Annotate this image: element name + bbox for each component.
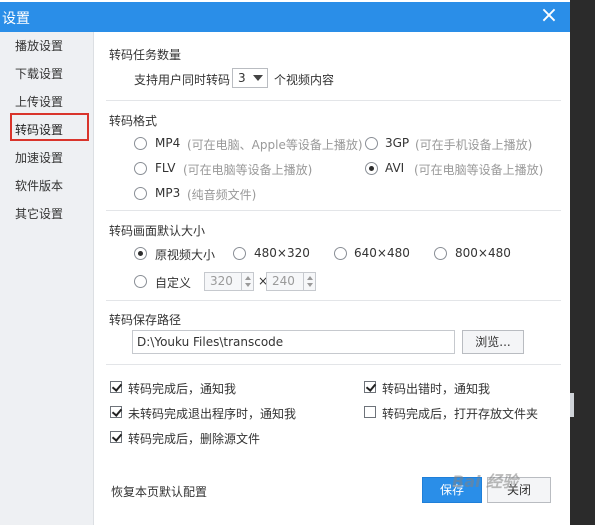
sidebar-item-acceleration[interactable]: 加速设置 [0, 144, 94, 172]
task-count-prefix: 支持用户同时转码 [134, 73, 231, 87]
restore-defaults-link[interactable]: 恢复本页默认配置 [111, 483, 207, 500]
format-avi-label: AVI [385, 161, 405, 175]
open-folder-checkbox[interactable] [364, 406, 376, 418]
format-mp3-desc: (纯音频文件) [187, 188, 257, 202]
sidebar-item-upload[interactable]: 上传设置 [0, 88, 94, 116]
format-flv-radio[interactable] [134, 162, 147, 175]
notify-error-label: 转码出错时，通知我 [382, 382, 491, 396]
divider [106, 364, 561, 365]
format-avi-radio[interactable] [365, 162, 378, 175]
size-original-radio[interactable] [134, 247, 147, 260]
notify-exit-label: 未转码完成退出程序时，通知我 [128, 407, 297, 421]
stepper-buttons[interactable] [303, 273, 315, 290]
format-mp4-desc: (可在电脑、Apple等设备上播放) [187, 138, 363, 152]
format-flv-desc: (可在电脑等设备上播放) [183, 163, 313, 177]
delete-source-label: 转码完成后，删除源文件 [128, 432, 261, 446]
custom-width-stepper[interactable]: 320 [204, 272, 254, 291]
custom-height-stepper[interactable]: 240 [266, 272, 316, 291]
chevron-up-icon[interactable] [307, 276, 313, 280]
format-mp3-label: MP3 [155, 186, 181, 200]
size-custom-label: 自定义 [155, 276, 192, 290]
size-640x480-label: 640×480 [354, 246, 410, 260]
size-custom-radio[interactable] [134, 275, 147, 288]
divider [106, 300, 561, 301]
scroll-marker [570, 393, 574, 417]
delete-source-checkbox[interactable] [110, 431, 122, 443]
format-3gp-radio[interactable] [365, 137, 378, 150]
sidebar-item-version[interactable]: 软件版本 [0, 172, 94, 200]
divider [106, 210, 561, 211]
chevron-down-icon [253, 75, 263, 81]
format-avi-desc: (可在电脑等设备上播放) [414, 163, 544, 177]
format-title: 转码格式 [109, 114, 158, 128]
path-title: 转码保存路径 [109, 313, 182, 327]
size-480x320-label: 480×320 [254, 246, 310, 260]
divider [106, 100, 561, 101]
browse-button[interactable]: 浏览... [462, 330, 524, 354]
format-3gp-label: 3GP [385, 136, 410, 150]
task-count-select[interactable]: 3 [232, 68, 268, 88]
custom-height-value: 240 [272, 274, 295, 288]
task-count-value: 3 [238, 71, 246, 85]
settings-sidebar: 播放设置 下载设置 上传设置 转码设置 加速设置 软件版本 其它设置 [0, 32, 94, 525]
selected-item-highlight [10, 113, 89, 141]
notify-exit-checkbox[interactable] [110, 406, 122, 418]
title-bar[interactable]: 设置 × [0, 2, 570, 32]
window-title: 设置 [2, 11, 30, 27]
save-path-input[interactable]: D:\Youku Files\transcode [132, 330, 455, 354]
custom-width-value: 320 [210, 274, 233, 288]
sidebar-item-other[interactable]: 其它设置 [0, 200, 94, 228]
format-flv-label: FLV [155, 161, 176, 175]
format-mp4-label: MP4 [155, 136, 181, 150]
format-3gp-desc: (可在手机设备上播放) [415, 138, 533, 152]
open-folder-label: 转码完成后，打开存放文件夹 [382, 407, 539, 421]
watermark: Bai 经验 [452, 472, 519, 491]
size-800x480-label: 800×480 [455, 246, 511, 260]
settings-dialog: 设置 × 播放设置 下载设置 上传设置 转码设置 加速设置 软件版本 其它设置 … [0, 0, 570, 525]
chevron-up-icon[interactable] [245, 276, 251, 280]
sidebar-item-playback[interactable]: 播放设置 [0, 32, 94, 60]
close-icon[interactable]: × [538, 4, 560, 28]
format-mp4-radio[interactable] [134, 137, 147, 150]
chevron-down-icon[interactable] [307, 283, 313, 287]
background-window-edge [570, 0, 595, 525]
transcode-settings-panel: 转码任务数量 支持用户同时转码 3 个视频内容 转码格式 MP4 (可在电脑、A… [94, 32, 570, 525]
notify-done-label: 转码完成后，通知我 [128, 382, 237, 396]
size-480x320-radio[interactable] [233, 247, 246, 260]
size-original-label: 原视频大小 [155, 248, 216, 262]
size-title: 转码画面默认大小 [109, 224, 206, 238]
sidebar-item-download[interactable]: 下载设置 [0, 60, 94, 88]
notify-error-checkbox[interactable] [364, 381, 376, 393]
size-640x480-radio[interactable] [334, 247, 347, 260]
chevron-down-icon[interactable] [245, 283, 251, 287]
format-mp3-radio[interactable] [134, 187, 147, 200]
task-count-title: 转码任务数量 [109, 48, 182, 62]
task-count-suffix: 个视频内容 [274, 73, 335, 87]
stepper-buttons[interactable] [241, 273, 253, 290]
size-800x480-radio[interactable] [434, 247, 447, 260]
notify-done-checkbox[interactable] [110, 381, 122, 393]
